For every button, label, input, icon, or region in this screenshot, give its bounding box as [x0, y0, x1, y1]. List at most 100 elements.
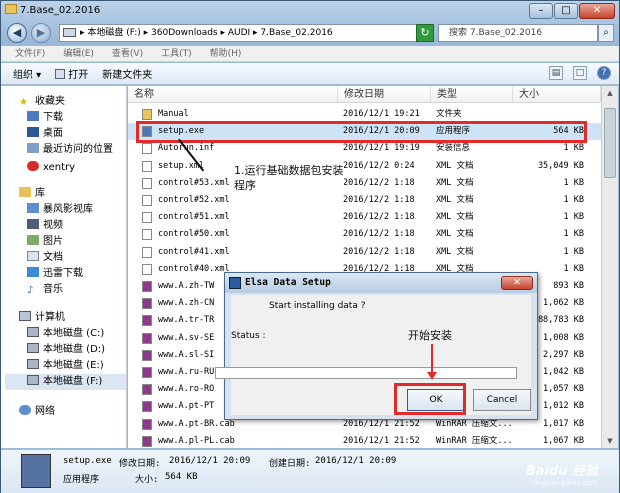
table-row[interactable]: control#41.xml 2016/12/2 1:18 XML 文档 1 KB	[128, 244, 601, 261]
scroll-thumb[interactable]	[604, 108, 616, 178]
menu-view[interactable]: 查看(V)	[112, 46, 143, 61]
cell-date: 2016/12/2 1:18	[343, 246, 415, 257]
file-icon	[142, 263, 152, 275]
search-icon[interactable]: ⌕	[598, 24, 614, 42]
close-button[interactable]: ✕	[579, 3, 615, 19]
maximize-button[interactable]: □	[554, 3, 578, 19]
nav-favorites[interactable]: ★ 收藏夹	[19, 94, 65, 110]
nav-item-library[interactable]: 视频	[27, 218, 63, 234]
nav-libraries[interactable]: 库	[19, 186, 45, 202]
cell-type: XML 文档	[436, 212, 474, 223]
nav-item-library[interactable]: 暴风影视库	[27, 202, 93, 218]
cancel-button[interactable]: Cancel	[473, 389, 531, 411]
nav-drive-e[interactable]: 本地磁盘 (E:)	[27, 358, 104, 374]
document-icon	[27, 251, 39, 261]
window-title: 7.Base_02.2016	[5, 3, 100, 19]
dialog-message: Start installing data ?	[269, 301, 366, 311]
open-button[interactable]: 打开	[55, 66, 88, 81]
column-date[interactable]: 修改日期	[338, 86, 431, 103]
nav-item-label: 图片	[43, 236, 63, 247]
cell-name: control#53.xml	[158, 177, 230, 188]
nav-item-library[interactable]: 文档	[27, 250, 63, 266]
star-icon: ★	[19, 97, 28, 108]
nav-item-library[interactable]: ♪ 音乐	[27, 282, 63, 298]
cell-name: www.A.sv-SE	[158, 332, 215, 343]
nav-drive-c[interactable]: 本地磁盘 (C:)	[27, 326, 104, 342]
view-options-icon[interactable]: ▤	[549, 66, 563, 80]
search-input[interactable]: 搜索 7.Base_02.2016	[438, 24, 598, 42]
nav-item-label: 本地磁盘 (C:)	[43, 328, 105, 339]
watermark-sub: jingyan.baidu.com	[533, 479, 598, 487]
details-size-label: 大小:	[135, 475, 159, 485]
vertical-scrollbar[interactable]: ▲ ▼	[601, 86, 618, 448]
forward-button[interactable]: ▶	[31, 23, 51, 43]
drive-icon	[27, 343, 39, 353]
menu-help[interactable]: 帮助(H)	[210, 46, 242, 61]
menu-tools[interactable]: 工具(T)	[161, 46, 192, 61]
cell-name: control#40.xml	[158, 263, 230, 274]
scroll-up-icon[interactable]: ▲	[602, 86, 618, 100]
address-bar[interactable]: ▸ 本地磁盘 (F:) ▸ 360Downloads ▸ AUDI ▸ 7.Ba…	[59, 24, 434, 42]
table-row[interactable]: www.A.pl-PL.cab 2016/12/1 21:52 WinRAR 压缩文…	[128, 433, 601, 448]
nav-item-label: 迅雷下载	[43, 268, 83, 279]
dialog-status-label: Status :	[231, 331, 266, 341]
nav-item-xentry[interactable]: xentry	[27, 160, 75, 176]
organize-button[interactable]: 组织 ▾	[13, 66, 41, 81]
open-label: 打开	[68, 70, 89, 81]
column-size[interactable]: 大小	[513, 86, 601, 103]
cell-name: www.A.sl-SI	[158, 349, 215, 360]
nav-drive-d[interactable]: 本地磁盘 (D:)	[27, 342, 105, 358]
menu-edit[interactable]: 编辑(E)	[63, 46, 94, 61]
setup-app-icon	[21, 454, 51, 488]
folder-icon	[5, 4, 17, 14]
new-folder-button[interactable]: 新建文件夹	[102, 66, 152, 81]
nav-item-desktop[interactable]: 桌面	[27, 126, 63, 142]
setup-dialog: Elsa Data Setup ✕ Start installing data …	[215, 272, 538, 420]
nav-item-downloads[interactable]: 下载	[27, 110, 63, 126]
cell-date: 2016/12/2 1:18	[343, 177, 415, 188]
nav-item-library[interactable]: 图片	[27, 234, 63, 250]
nav-network[interactable]: 网络	[19, 404, 55, 420]
nav-item-recent[interactable]: 最近访问的位置	[27, 142, 113, 158]
nav-item-library[interactable]: 迅雷下载	[27, 266, 83, 282]
column-headers: 名称 修改日期 类型 大小	[128, 86, 601, 103]
cell-name: www.A.ro-RO	[158, 384, 215, 395]
drive-icon	[27, 375, 39, 385]
preview-pane-icon[interactable]: □	[573, 66, 587, 80]
nav-item-label: xentry	[43, 162, 76, 173]
help-icon[interactable]: ?	[597, 66, 611, 80]
table-row[interactable]: control#53.xml 2016/12/2 1:18 XML 文档 1 KB	[128, 175, 601, 192]
details-created: 2016/12/1 20:09	[315, 456, 397, 466]
minimize-button[interactable]: –	[529, 3, 553, 19]
video-icon	[27, 219, 39, 229]
nav-drive-f[interactable]: 本地磁盘 (F:)	[5, 374, 126, 390]
details-modified-label: 修改日期:	[119, 459, 161, 469]
column-name[interactable]: 名称	[128, 86, 338, 103]
file-icon	[142, 229, 152, 241]
nav-item-label: 音乐	[43, 284, 63, 295]
refresh-button[interactable]: ↻	[416, 24, 434, 42]
scroll-down-icon[interactable]: ▼	[602, 434, 618, 448]
cell-date: 2016/12/2 1:18	[343, 212, 415, 223]
winrar-archive-icon	[142, 315, 152, 327]
annotation-step1: 1.运行基础数据包安装程序	[234, 163, 344, 193]
cell-size: 1 KB	[563, 212, 584, 223]
cell-name: www.A.pt-PT	[158, 401, 215, 412]
nav-computer[interactable]: 计算机	[19, 310, 65, 326]
table-row[interactable]: control#52.xml 2016/12/2 1:18 XML 文档 1 KB	[128, 192, 601, 209]
nav-item-label: 文档	[43, 252, 63, 263]
dialog-close-button[interactable]: ✕	[501, 276, 533, 290]
column-type[interactable]: 类型	[431, 86, 513, 103]
table-row[interactable]: control#50.xml 2016/12/2 1:18 XML 文档 1 KB	[128, 226, 601, 243]
picture-icon	[27, 235, 39, 245]
back-button[interactable]: ◀	[7, 23, 27, 43]
menu-file[interactable]: 文件(F)	[15, 46, 45, 61]
table-row[interactable]: control#51.xml 2016/12/2 1:18 XML 文档 1 KB	[128, 209, 601, 226]
xentry-icon	[27, 161, 39, 171]
address-path: ▸ 本地磁盘 (F:) ▸ 360Downloads ▸ AUDI ▸ 7.Ba…	[80, 28, 333, 38]
desktop-icon	[27, 127, 39, 137]
cell-name: control#51.xml	[158, 212, 230, 223]
nav-item-label: 本地磁盘 (E:)	[43, 360, 104, 371]
computer-icon	[63, 28, 76, 37]
winrar-archive-icon	[142, 384, 152, 396]
